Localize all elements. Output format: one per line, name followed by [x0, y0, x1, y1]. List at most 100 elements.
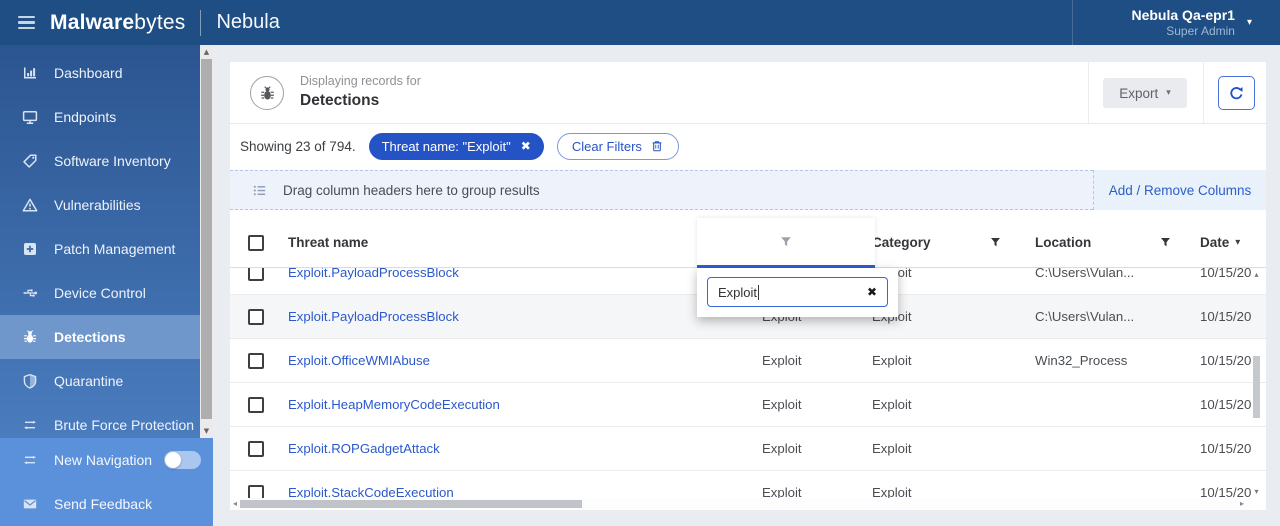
filter-funnel-icon[interactable]: [1159, 236, 1172, 249]
export-button[interactable]: Export ▾: [1103, 78, 1187, 108]
threat-name-link[interactable]: Exploit.OfficeWMIAbuse: [286, 353, 745, 368]
filter-funnel-icon: [781, 236, 791, 246]
scroll-up-arrow-icon[interactable]: ▴: [1252, 270, 1261, 279]
clear-input-icon[interactable]: ✖: [867, 285, 877, 299]
new-navigation-toggle[interactable]: [164, 451, 202, 469]
remove-filter-icon[interactable]: ✖: [521, 139, 531, 153]
group-drop-zone[interactable]: Drag column headers here to group result…: [230, 170, 1093, 210]
row-checkbox[interactable]: [248, 440, 264, 457]
row-checkbox[interactable]: [248, 268, 264, 281]
group-hint-text: Drag column headers here to group result…: [283, 182, 540, 198]
row-checkbox[interactable]: [248, 308, 264, 325]
tag-icon: [22, 153, 38, 169]
sidebar-item-software-inventory[interactable]: Software Inventory: [0, 139, 200, 183]
refresh-button[interactable]: [1218, 76, 1255, 110]
sidebar-item-vulnerabilities[interactable]: Vulnerabilities: [0, 183, 200, 227]
sidebar-item-brute-force-protection[interactable]: Brute Force Protection: [0, 403, 200, 438]
threat-name-link[interactable]: Exploit.StackCodeExecution: [286, 485, 745, 498]
header-divider: [1088, 62, 1089, 123]
header-divider: [1203, 62, 1204, 123]
sidebar-footer: New Navigation Send Feedback: [0, 438, 213, 526]
logo-text-light: bytes: [134, 10, 186, 34]
product-name: Nebula: [216, 11, 280, 33]
row-checkbox[interactable]: [248, 352, 264, 369]
filter-funnel-icon[interactable]: [989, 236, 1002, 249]
sidebar-scrollbar-thumb[interactable]: [201, 59, 212, 419]
monitor-icon: [22, 109, 38, 125]
logo-text-bold: Malware: [50, 10, 135, 34]
bug-icon: [22, 329, 38, 345]
clear-filters-button[interactable]: Clear Filters: [556, 132, 679, 160]
column-header-threat-name[interactable]: Threat name: [286, 235, 745, 250]
threat-name-link[interactable]: Exploit.ROPGadgetAttack: [286, 441, 745, 456]
filter-input-value: Exploit: [718, 284, 758, 300]
sidebar: Dashboard Endpoints Software Inventory V…: [0, 45, 213, 526]
filter-popup-anchor[interactable]: [697, 218, 875, 268]
scroll-up-arrow-icon[interactable]: ▲: [200, 47, 213, 57]
sidebar-item-dashboard[interactable]: Dashboard: [0, 51, 200, 95]
text-cursor: [758, 284, 760, 300]
refresh-icon: [1230, 86, 1243, 99]
menu-icon[interactable]: [18, 13, 35, 32]
swap-arrows-icon: [22, 452, 38, 468]
add-remove-columns-button[interactable]: Add / Remove Columns: [1093, 170, 1266, 210]
scroll-down-arrow-icon[interactable]: ▾: [1252, 487, 1261, 496]
horizontal-scrollbar-thumb[interactable]: [240, 500, 582, 508]
page-title: Detections: [300, 92, 380, 109]
table-horizontal-scrollbar: ◂ ▸: [230, 498, 1252, 510]
filter-summary-row: Showing 23 of 794. Threat name: "Exploit…: [230, 124, 1266, 168]
group-list-icon: [253, 185, 266, 195]
threat-name-link[interactable]: Exploit.PayloadProcessBlock: [286, 268, 745, 280]
row-checkbox[interactable]: [248, 484, 264, 498]
select-all-cell: [230, 234, 286, 251]
toggle-knob: [165, 452, 182, 468]
row-checkbox[interactable]: [248, 396, 264, 413]
sidebar-item-endpoints[interactable]: Endpoints: [0, 95, 200, 139]
bar-chart-icon: [22, 65, 38, 81]
table-row: Exploit.ROPGadgetAttack Exploit Exploit …: [230, 427, 1266, 471]
chevron-down-icon: ▾: [1166, 88, 1171, 98]
sort-desc-icon: ▾: [1235, 237, 1241, 248]
scroll-left-arrow-icon[interactable]: ◂: [233, 498, 237, 510]
envelope-icon: [22, 496, 38, 512]
table-row: Exploit.HeapMemoryCodeExecution Exploit …: [230, 383, 1266, 427]
column-header-date[interactable]: Date ▾: [1185, 235, 1266, 250]
main-content: Displaying records for Detections Export…: [213, 45, 1280, 526]
sidebar-item-new-navigation[interactable]: New Navigation: [0, 438, 213, 482]
swap-arrows-icon: [22, 417, 38, 433]
sidebar-nav: Dashboard Endpoints Software Inventory V…: [0, 45, 200, 438]
scroll-right-arrow-icon[interactable]: ▸: [1240, 498, 1244, 510]
sidebar-item-device-control[interactable]: Device Control: [0, 271, 200, 315]
sidebar-item-patch-management[interactable]: Patch Management: [0, 227, 200, 271]
table-row: Exploit.OfficeWMIAbuse Exploit Exploit W…: [230, 339, 1266, 383]
plus-square-icon: [22, 241, 38, 257]
threat-name-filter-chip[interactable]: Threat name: "Exploit" ✖: [368, 132, 544, 160]
threat-name-link[interactable]: Exploit.HeapMemoryCodeExecution: [286, 397, 745, 412]
showing-count: Showing 23 of 794.: [240, 138, 356, 154]
card-header: Displaying records for Detections Export…: [230, 62, 1266, 124]
select-all-checkbox[interactable]: [248, 234, 264, 251]
scroll-down-arrow-icon[interactable]: ▼: [200, 426, 213, 436]
sidebar-item-quarantine[interactable]: Quarantine: [0, 359, 200, 403]
sidebar-item-detections[interactable]: Detections: [0, 315, 200, 359]
trash-icon: [652, 141, 662, 152]
sidebar-item-send-feedback[interactable]: Send Feedback: [0, 482, 213, 526]
malwarebytes-logo: Malwarebytes: [50, 11, 185, 35]
page-subtitle: Displaying records for: [300, 74, 421, 88]
top-bar: Malwarebytes Nebula Nebula Qa-epr1 Super…: [0, 0, 1280, 45]
chevron-down-icon: ▾: [1246, 17, 1252, 28]
column-header-location[interactable]: Location: [1015, 235, 1185, 250]
threat-name-link[interactable]: Exploit.PayloadProcessBlock: [286, 309, 745, 324]
sidebar-scrollbar: ▲ ▼: [200, 45, 213, 438]
warning-triangle-icon: [22, 197, 38, 213]
column-header-category[interactable]: Category: [860, 235, 1015, 250]
filter-input[interactable]: Exploit ✖: [707, 277, 888, 307]
column-filter-popup: Exploit ✖: [697, 218, 898, 317]
shield-icon: [22, 373, 38, 389]
usb-icon: [22, 285, 38, 301]
topbar-divider: [200, 9, 202, 36]
group-row: Drag column headers here to group result…: [230, 170, 1266, 210]
account-name: Nebula Qa-epr1: [1131, 7, 1235, 23]
account-menu[interactable]: Nebula Qa-epr1 Super Admin ▾: [1073, 0, 1280, 45]
vertical-scrollbar-thumb[interactable]: [1253, 356, 1260, 418]
